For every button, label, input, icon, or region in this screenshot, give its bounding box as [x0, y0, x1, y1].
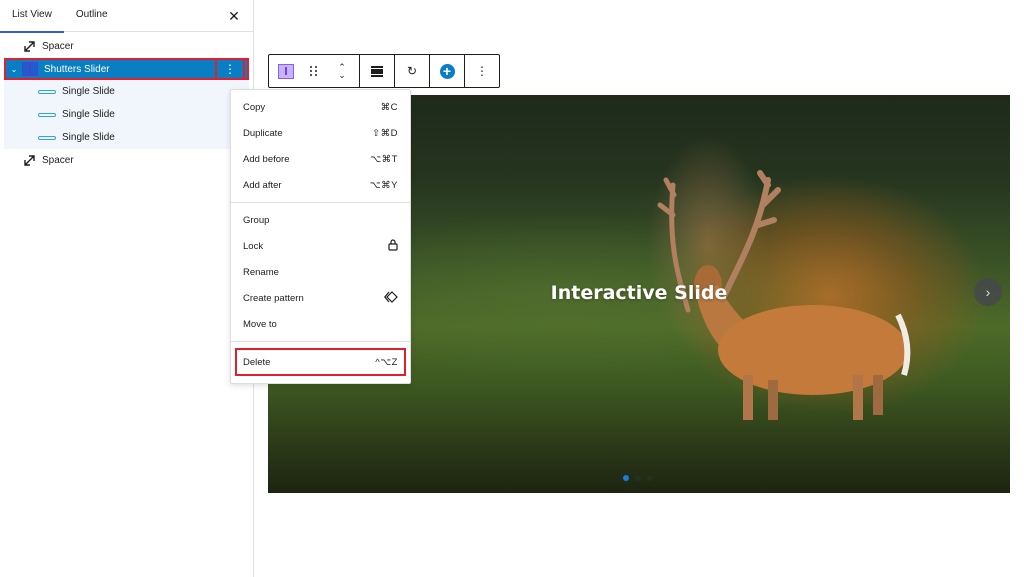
- tree-item-spacer[interactable]: Spacer: [0, 35, 253, 58]
- more-vertical-icon: ⋮: [476, 64, 488, 78]
- tab-outline[interactable]: Outline: [64, 0, 120, 32]
- tree-item-label: Single Slide: [62, 109, 115, 120]
- menu-item-label: Add before: [243, 153, 290, 165]
- tree-item-single-slide[interactable]: Single Slide: [4, 80, 249, 103]
- toolbar-group-block: ⌃ ⌄: [269, 55, 360, 87]
- block-type-button[interactable]: [269, 55, 303, 87]
- toolbar-group-align: [360, 55, 395, 87]
- tree-item-spacer[interactable]: Spacer: [0, 149, 253, 172]
- drag-handle-icon: [310, 66, 318, 76]
- menu-item-label: Copy: [243, 101, 266, 113]
- menu-item-add-before[interactable]: Add before ⌥⌘T: [231, 146, 410, 172]
- tree-item-single-slide[interactable]: Single Slide: [4, 103, 249, 126]
- menu-item-shortcut: ⌘C: [380, 101, 398, 113]
- block-options-button[interactable]: ⋮: [215, 58, 245, 80]
- menu-item-label: Rename: [243, 266, 279, 278]
- menu-item-create-pattern[interactable]: Create pattern: [231, 285, 410, 311]
- resize-icon: [22, 154, 36, 168]
- pagination-dot[interactable]: [647, 475, 653, 481]
- menu-item-label: Lock: [243, 240, 264, 252]
- tree-item-label: Shutters Slider: [44, 63, 110, 75]
- align-icon: [371, 66, 383, 76]
- toolbar-group-refresh: ↻: [395, 55, 430, 87]
- slide-pagination: [623, 475, 653, 481]
- menu-section-delete: Delete ^⌥Z: [231, 342, 410, 382]
- next-slide-button[interactable]: ›: [974, 278, 1002, 306]
- toolbar-group-options: ⋮: [465, 55, 499, 87]
- tree-item-label: Spacer: [42, 155, 74, 166]
- plus-circle-icon: +: [439, 63, 455, 79]
- menu-item-rename[interactable]: Rename: [231, 259, 410, 285]
- menu-item-delete[interactable]: Delete ^⌥Z: [235, 348, 406, 376]
- tab-list-view[interactable]: List View: [0, 0, 64, 33]
- menu-item-group[interactable]: Group: [231, 207, 410, 233]
- lock-icon: [388, 238, 398, 254]
- menu-item-label: Group: [243, 214, 270, 226]
- menu-item-add-after[interactable]: Add after ⌥⌘Y: [231, 172, 410, 198]
- slider-children: Single Slide Single Slide Single Slide: [4, 80, 249, 149]
- resize-icon: [22, 40, 36, 54]
- tree-item-label: Spacer: [42, 41, 74, 52]
- menu-item-lock[interactable]: Lock: [231, 233, 410, 259]
- menu-section-organize: Group Lock Rename Create pattern Move to: [231, 203, 410, 342]
- list-view-sidebar: List View Outline ✕ Spacer ⌄ Shutters Sl…: [0, 0, 254, 577]
- menu-item-move-to[interactable]: Move to: [231, 311, 410, 337]
- menu-section-edit: Copy ⌘C Duplicate ⇧⌘D Add before ⌥⌘T Add…: [231, 90, 410, 203]
- slider-icon: [22, 62, 38, 76]
- chevron-down-icon[interactable]: ⌄: [8, 65, 20, 74]
- slide-icon: [38, 112, 56, 117]
- more-vertical-icon: ⋮: [224, 62, 236, 76]
- menu-item-copy[interactable]: Copy ⌘C: [231, 94, 410, 120]
- sidebar-tabs: List View Outline ✕: [0, 0, 253, 33]
- menu-item-shortcut: ⌥⌘Y: [369, 179, 398, 191]
- menu-item-label: Move to: [243, 318, 277, 330]
- more-options-button[interactable]: ⋮: [465, 55, 499, 87]
- close-icon[interactable]: ✕: [225, 7, 243, 25]
- menu-item-label: Add after: [243, 179, 282, 191]
- pattern-icon: [384, 290, 398, 306]
- refresh-icon: ↻: [406, 64, 418, 78]
- chevron-right-icon: ›: [985, 284, 991, 300]
- menu-item-label: Create pattern: [243, 292, 304, 304]
- menu-item-duplicate[interactable]: Duplicate ⇧⌘D: [231, 120, 410, 146]
- tree-item-shutters-slider[interactable]: ⌄ Shutters Slider ⋮: [4, 58, 249, 80]
- pagination-dot[interactable]: [635, 475, 641, 481]
- menu-item-label: Duplicate: [243, 127, 283, 139]
- slide-icon: [38, 135, 56, 140]
- slide-icon: [38, 89, 56, 94]
- slider-block-icon: [278, 63, 294, 79]
- toolbar-group-add: +: [430, 55, 465, 87]
- add-slide-button[interactable]: +: [430, 55, 464, 87]
- tree-item-label: Single Slide: [62, 132, 115, 143]
- menu-item-shortcut: ⇧⌘D: [372, 127, 398, 139]
- block-toolbar: ⌃ ⌄ ↻ + ⋮: [268, 54, 500, 88]
- align-button[interactable]: [360, 55, 394, 87]
- menu-item-shortcut: ⌥⌘T: [370, 153, 398, 165]
- block-mover: ⌃ ⌄: [325, 55, 359, 87]
- block-tree: Spacer ⌄ Shutters Slider ⋮ Single Slide …: [0, 32, 253, 172]
- menu-item-shortcut: ^⌥Z: [375, 356, 398, 368]
- menu-item-label: Delete: [243, 356, 271, 368]
- block-options-menu: Copy ⌘C Duplicate ⇧⌘D Add before ⌥⌘T Add…: [230, 89, 411, 384]
- tree-item-label: Single Slide: [62, 86, 115, 97]
- drag-handle[interactable]: [303, 55, 325, 87]
- move-down-button[interactable]: ⌄: [338, 71, 346, 80]
- refresh-button[interactable]: ↻: [395, 55, 429, 87]
- pagination-dot[interactable]: [623, 475, 629, 481]
- tree-item-single-slide[interactable]: Single Slide: [4, 126, 249, 149]
